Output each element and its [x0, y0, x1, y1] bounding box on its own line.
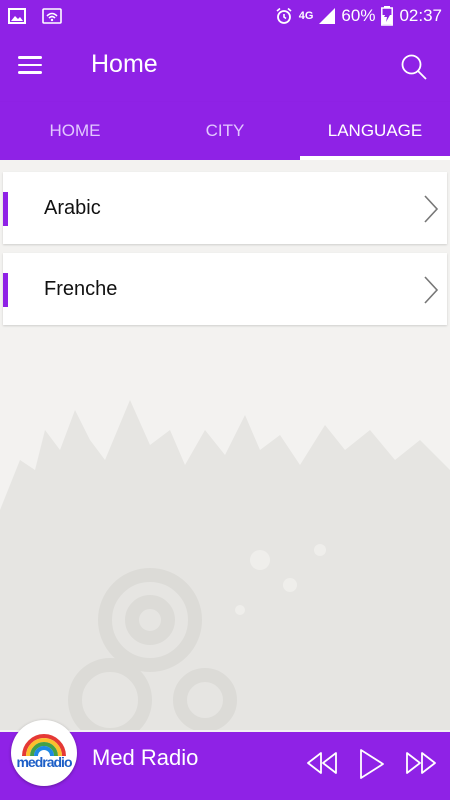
alarm-icon	[276, 7, 292, 24]
fast-forward-icon[interactable]	[405, 750, 437, 776]
chevron-right-icon	[424, 276, 439, 304]
signal-icon	[319, 8, 336, 24]
background-crowd-illustration	[0, 400, 450, 730]
menu-icon[interactable]	[18, 56, 42, 74]
language-item-frenche[interactable]: Frenche	[3, 253, 447, 325]
language-item-arabic[interactable]: Arabic	[3, 172, 447, 244]
search-icon[interactable]	[400, 53, 428, 81]
battery-charging-icon	[381, 6, 394, 26]
station-logo[interactable]: medradio	[11, 720, 77, 786]
player-bar: medradio Med Radio	[0, 720, 450, 800]
chevron-right-icon	[424, 195, 439, 223]
language-label: Frenche	[44, 277, 118, 300]
tab-bar: HOME CITY LANGUAGE	[0, 102, 450, 160]
list-item-accent	[3, 273, 8, 307]
language-label: Arabic	[44, 196, 101, 219]
tab-city[interactable]: CITY	[150, 102, 300, 160]
page-title: Home	[91, 50, 158, 78]
status-bar: 4G 60% 02:37	[0, 0, 450, 32]
app-bar: Home	[0, 32, 450, 102]
logo-text: medradio	[16, 754, 72, 770]
language-list-panel: Arabic Frenche	[0, 160, 450, 730]
station-name: Med Radio	[92, 745, 199, 770]
list-item-accent	[3, 192, 8, 226]
image-notification-icon	[8, 8, 26, 24]
tab-language[interactable]: LANGUAGE	[300, 102, 450, 160]
clock: 02:37	[399, 6, 442, 25]
network-type: 4G	[298, 10, 314, 22]
rewind-icon[interactable]	[306, 750, 338, 776]
play-icon[interactable]	[358, 748, 386, 780]
wifi-notification-icon	[42, 8, 62, 24]
battery-percentage: 60%	[341, 6, 376, 25]
tab-home[interactable]: HOME	[0, 102, 150, 160]
